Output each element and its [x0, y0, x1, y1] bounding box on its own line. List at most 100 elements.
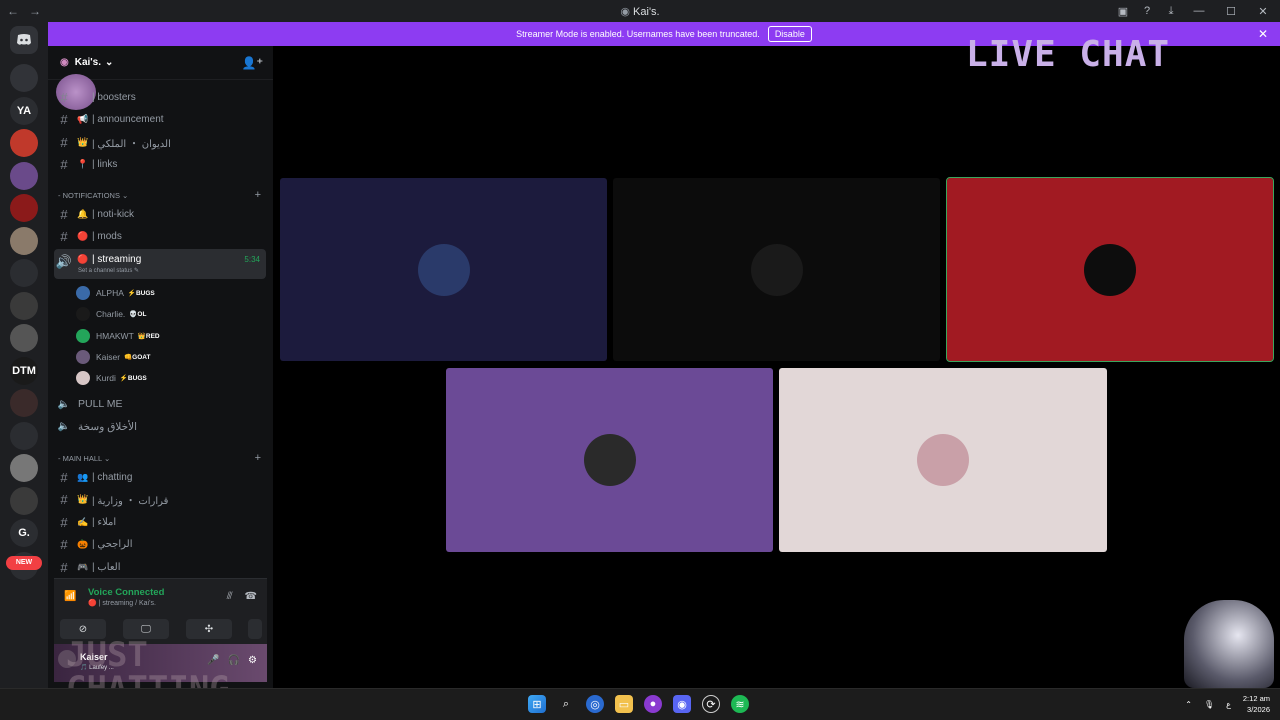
hash-icon: #	[60, 514, 68, 530]
help-icon[interactable]: ?	[1138, 5, 1156, 17]
disconnect-icon[interactable]: ☎	[245, 591, 257, 602]
voice-channel[interactable]: 🔈 PULL ME	[54, 394, 266, 414]
hash-icon: #	[60, 112, 68, 128]
participant-tile[interactable]	[280, 178, 607, 361]
text-channel[interactable]: # | boosters	[54, 87, 266, 107]
live-chat-overlay: LIVE CHAT	[966, 34, 1171, 75]
avatar	[76, 349, 90, 364]
server-icon[interactable]	[10, 291, 38, 320]
close-button[interactable]: ✕	[1250, 5, 1276, 18]
hash-icon: #	[60, 537, 68, 553]
member-name: Charlie.	[96, 309, 126, 320]
server-icon[interactable]	[10, 161, 38, 190]
channel-name: | links	[92, 159, 118, 171]
channel-name: | boosters	[92, 91, 136, 103]
channel-name: | املاء	[92, 516, 117, 528]
clock[interactable]: 2:12 am 3/2026	[1243, 693, 1270, 715]
voice-member[interactable]: Kurdi ⚡BUGS	[76, 370, 147, 386]
participant-tile[interactable]	[779, 368, 1107, 552]
server-icon[interactable]: DTM	[10, 356, 38, 385]
app-icon[interactable]: ⟳	[702, 695, 720, 713]
server-icon[interactable]	[10, 324, 38, 352]
channel-name: | الديوان ・ الملكي	[92, 138, 171, 150]
server-icon[interactable]	[10, 486, 38, 515]
category-main-hall[interactable]: - MAIN HALL ⌄ +	[58, 452, 263, 464]
server-icon[interactable]	[10, 194, 38, 222]
microphone-tray-icon[interactable]: 🎙	[1204, 700, 1214, 709]
text-channel[interactable]: # 🔴 | mods	[54, 227, 266, 247]
search-icon[interactable]: ⌕	[557, 695, 575, 713]
disable-streamer-mode-button[interactable]: Disable	[767, 26, 812, 42]
clock-time: 2:12 am	[1242, 694, 1270, 703]
voice-channel[interactable]: 🔈 الأخلاق وسخة	[54, 417, 266, 437]
voice-stage	[273, 46, 1280, 688]
obs-icon[interactable]: ●	[644, 695, 662, 713]
participant-tile[interactable]	[446, 368, 773, 552]
stream-timer: 5:34	[244, 255, 260, 264]
title-bar-actions: ▣ ? ⤓ — ☐ ✕	[1114, 0, 1280, 22]
category-notifications[interactable]: - NOTIFICATIONS ⌄ +	[58, 189, 263, 201]
server-icon[interactable]	[10, 389, 38, 417]
voice-member[interactable]: HMAKWT 👑RED	[76, 328, 160, 344]
voice-member[interactable]: ALPHA ⚡BUGS	[76, 285, 155, 301]
server-icon[interactable]	[10, 259, 38, 287]
participant-tile-speaking[interactable]	[946, 177, 1274, 362]
maximize-button[interactable]: ☐	[1218, 5, 1244, 18]
settings-gear-icon[interactable]: ⚙	[248, 655, 257, 666]
channel-status-prompt[interactable]: Set a channel status ✎	[78, 267, 139, 274]
channel-name: | noti-kick	[92, 208, 135, 220]
voice-member[interactable]: Charlie. 💀OL	[76, 306, 146, 322]
server-icon[interactable]: G.	[10, 519, 38, 547]
discord-home-icon[interactable]	[10, 26, 38, 54]
discord-taskbar-icon[interactable]: ◉	[673, 695, 691, 713]
file-explorer-icon[interactable]: ▭	[615, 695, 633, 713]
windows-start-icon[interactable]: ⊞	[528, 695, 546, 713]
invite-people-icon[interactable]: 👤⁺	[242, 56, 263, 70]
text-channel[interactable]: # 👑 | الديوان ・ الملكي	[54, 132, 266, 152]
text-channel[interactable]: # 🎃 | الراجحي	[54, 535, 266, 555]
voice-connected-channel[interactable]: 🔴 | streaming / Kai's.	[88, 599, 156, 607]
voice-connected-title[interactable]: Voice Connected	[88, 587, 164, 598]
noise-suppression-icon[interactable]: ⫻	[227, 591, 233, 602]
channel-emoji: 👑	[77, 494, 89, 505]
channel-streaming[interactable]: 🔊 🔴 | streaming 5:34 Set a channel statu…	[54, 249, 266, 279]
speaker-icon: 🔈	[57, 398, 71, 410]
signal-icon[interactable]: 📶	[64, 591, 76, 602]
server-icon[interactable]: YA	[10, 96, 38, 125]
inbox-icon[interactable]: ▣	[1114, 5, 1132, 18]
language-indicator[interactable]: ع	[1226, 700, 1231, 709]
activities-button[interactable]: ✣	[186, 619, 232, 639]
server-name: Kai's.	[74, 57, 102, 68]
chevron-up-icon[interactable]: ⌃	[1185, 700, 1192, 709]
text-channel[interactable]: # 🔔 | noti-kick	[54, 204, 266, 224]
server-icon[interactable]	[10, 64, 38, 92]
text-channel[interactable]: # 👥 | chatting	[54, 467, 266, 487]
download-icon[interactable]: ⤓	[1162, 5, 1180, 18]
server-icon[interactable]	[10, 421, 38, 450]
browser-icon[interactable]: ◎	[586, 695, 604, 713]
hash-icon: #	[60, 89, 68, 105]
add-channel-icon[interactable]: +	[255, 452, 261, 464]
title-bar: ← → ◉ Kai's. ▣ ? ⤓ — ☐ ✕	[0, 0, 1280, 22]
participant-tile[interactable]	[613, 178, 940, 361]
minimize-button[interactable]: —	[1186, 5, 1212, 17]
spotify-icon[interactable]: ≋	[731, 695, 749, 713]
voice-member[interactable]: Kaiser 👊GOAT	[76, 349, 150, 365]
channel-name: | mods	[92, 231, 122, 243]
add-channel-icon[interactable]: +	[255, 189, 261, 201]
channel-name: | chatting	[92, 471, 133, 483]
text-channel[interactable]: # 📍 | links	[54, 155, 266, 175]
hash-icon: #	[60, 134, 68, 150]
hash-icon: #	[60, 469, 68, 485]
channel-emoji: 🔴	[77, 231, 89, 242]
server-icon[interactable]	[10, 129, 38, 157]
soundboard-button[interactable]	[248, 619, 262, 639]
text-channel[interactable]: # ✍️ | املاء	[54, 512, 266, 532]
text-channel[interactable]: # 🎮 | العاب	[54, 557, 266, 577]
text-channel[interactable]: # 👑 | قرارات ・ وزارية	[54, 490, 266, 510]
server-icon[interactable]	[10, 226, 38, 255]
server-icon[interactable]	[10, 454, 38, 482]
text-channel[interactable]: # 📢 | announcement	[54, 110, 266, 130]
banner-close-icon[interactable]: ✕	[1258, 27, 1268, 41]
member-name: HMAKWT	[96, 330, 134, 341]
